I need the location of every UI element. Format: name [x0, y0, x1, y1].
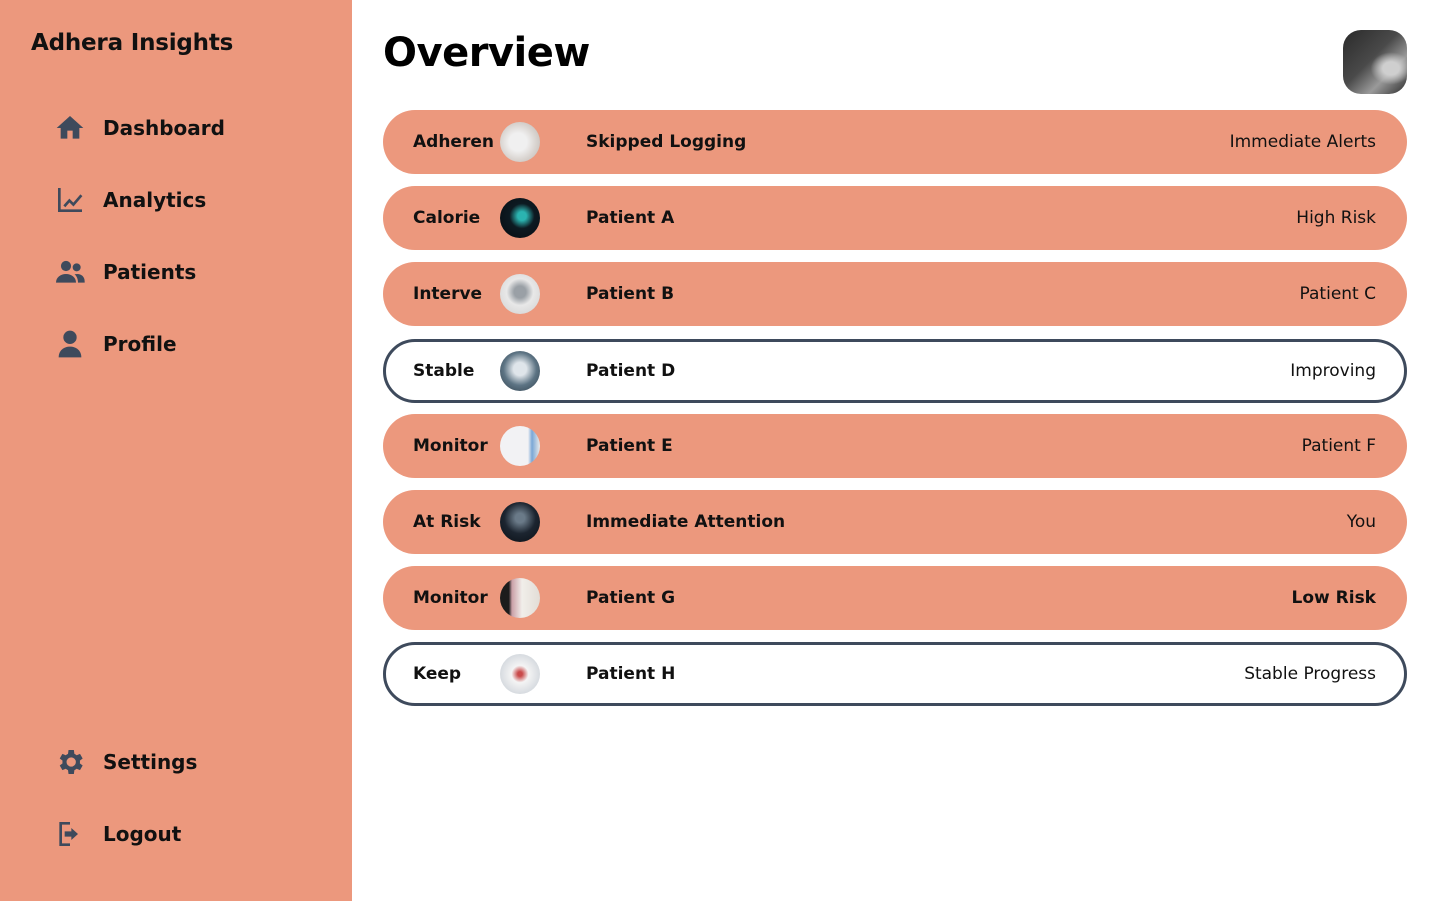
row-thumbnail [500, 654, 540, 694]
sidebar-item-label: Settings [103, 750, 198, 774]
row-thumbnail [500, 122, 540, 162]
row-thumbnail [500, 578, 540, 618]
sidebar: Adhera Insights Dashboard Analytics Pati… [0, 0, 352, 901]
list-item[interactable]: Interve Patient B Patient C [383, 262, 1407, 326]
main-content: Overview Adheren Skipped Logging Immedia… [352, 0, 1440, 901]
list-item[interactable]: Stable Patient D Improving [383, 339, 1407, 403]
home-icon [54, 111, 88, 145]
row-name: Patient B [586, 284, 675, 304]
row-tag: At Risk [413, 512, 481, 532]
sidebar-item-label: Dashboard [103, 116, 225, 140]
row-name: Skipped Logging [586, 132, 747, 152]
row-status: High Risk [1296, 208, 1376, 228]
row-thumbnail [500, 274, 540, 314]
page-title: Overview [383, 30, 590, 76]
sidebar-nav: Dashboard Analytics Patients Profile [54, 108, 225, 396]
row-tag: Calorie [413, 208, 481, 228]
row-status: Stable Progress [1244, 664, 1376, 684]
row-thumbnail [500, 426, 540, 466]
row-tag: Monitor [413, 436, 488, 456]
sidebar-item-label: Profile [103, 332, 177, 356]
brand-title: Adhera Insights [31, 30, 234, 56]
row-tag: Keep [413, 664, 462, 684]
row-status: Patient C [1299, 284, 1376, 304]
row-tag: Monitor [413, 588, 488, 608]
row-name: Patient E [586, 436, 673, 456]
sidebar-item-dashboard[interactable]: Dashboard [54, 108, 225, 148]
row-name: Patient G [586, 588, 676, 608]
sidebar-item-label: Patients [103, 260, 197, 284]
row-status: You [1346, 512, 1376, 532]
sidebar-item-analytics[interactable]: Analytics [54, 180, 225, 220]
row-thumbnail [500, 351, 540, 391]
sidebar-item-logout[interactable]: Logout [54, 814, 197, 854]
gear-icon [54, 745, 88, 779]
list-item[interactable]: At Risk Immediate Attention You [383, 490, 1407, 554]
list-item[interactable]: Keep Patient H Stable Progress [383, 642, 1407, 706]
list-item[interactable]: Monitor Patient G Low Risk [383, 566, 1407, 630]
row-status: Improving [1290, 361, 1376, 381]
row-status: Patient F [1301, 436, 1376, 456]
row-tag: Adheren [413, 132, 494, 152]
row-tag: Interve [413, 284, 483, 304]
sidebar-bottom-nav: Settings Logout [54, 742, 197, 886]
avatar[interactable] [1343, 30, 1407, 94]
row-name: Patient H [586, 664, 676, 684]
chart-line-icon [54, 183, 88, 217]
sidebar-item-profile[interactable]: Profile [54, 324, 225, 364]
row-name: Immediate Attention [586, 512, 786, 532]
row-thumbnail [500, 198, 540, 238]
app-root: Adhera Insights Dashboard Analytics Pati… [0, 0, 1440, 901]
row-status: Low Risk [1291, 588, 1376, 608]
logout-icon [54, 817, 88, 851]
sidebar-item-settings[interactable]: Settings [54, 742, 197, 782]
sidebar-item-label: Logout [103, 822, 182, 846]
row-thumbnail [500, 502, 540, 542]
list-item[interactable]: Adheren Skipped Logging Immediate Alerts [383, 110, 1407, 174]
row-tag: Stable [413, 361, 475, 381]
user-icon [54, 327, 88, 361]
row-name: Patient A [586, 208, 675, 228]
row-name: Patient D [586, 361, 676, 381]
list-item[interactable]: Calorie Patient A High Risk [383, 186, 1407, 250]
sidebar-item-patients[interactable]: Patients [54, 252, 225, 292]
list-item[interactable]: Monitor Patient E Patient F [383, 414, 1407, 478]
sidebar-item-label: Analytics [103, 188, 207, 212]
row-status: Immediate Alerts [1229, 132, 1376, 152]
users-icon [54, 255, 88, 289]
